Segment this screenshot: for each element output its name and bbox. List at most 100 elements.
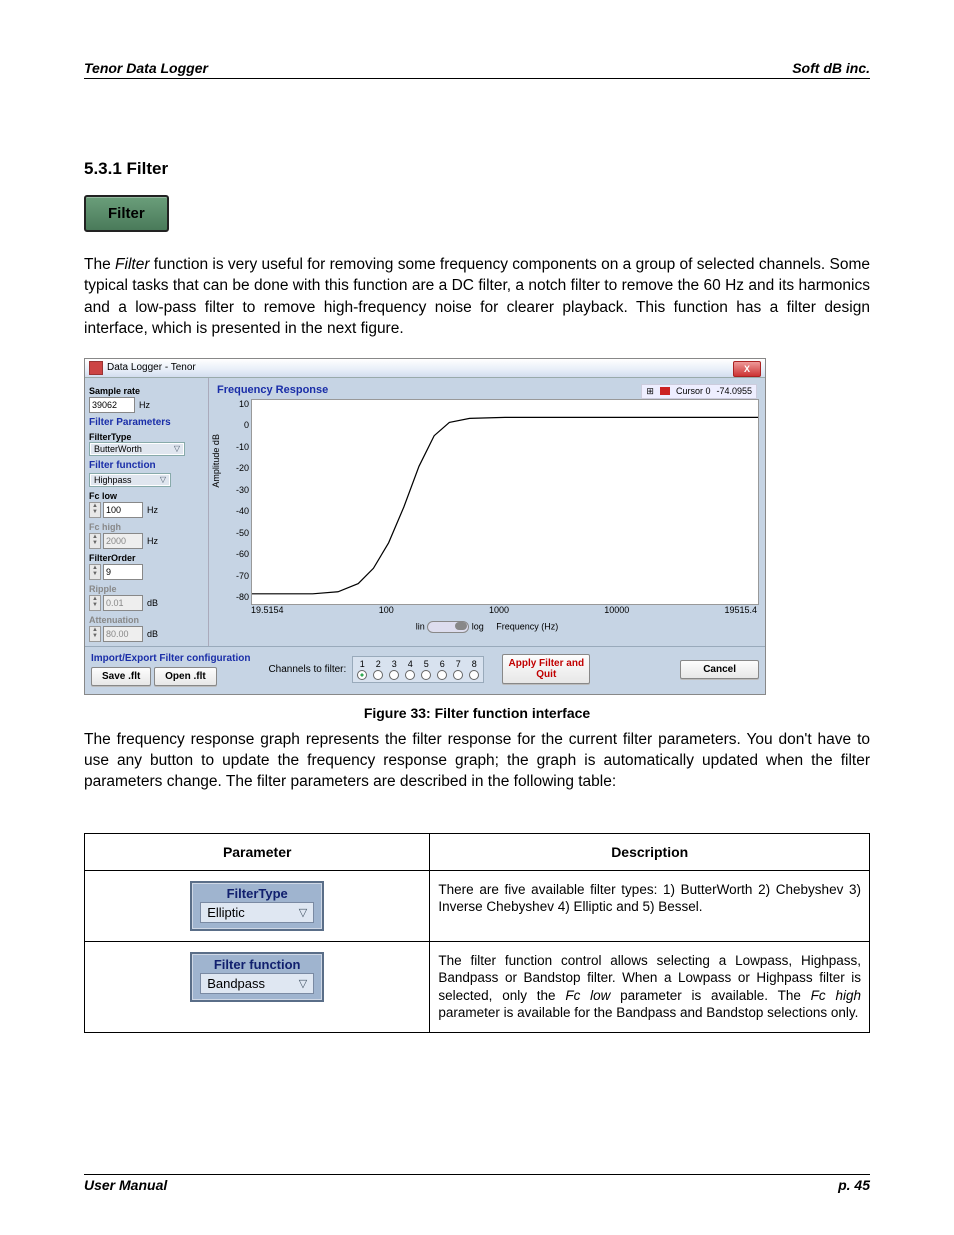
table-header-description: Description bbox=[430, 833, 870, 870]
channel-radio-6[interactable] bbox=[437, 670, 447, 680]
channels-grid: 1 2 3 4 5 6 7 8 bbox=[352, 656, 484, 683]
import-export-title: Import/Export Filter configuration bbox=[91, 653, 250, 664]
ytick: -60 bbox=[217, 549, 249, 559]
filter-type-value: ButterWorth bbox=[94, 444, 142, 454]
cursor-value: -74.0955 bbox=[716, 386, 752, 396]
attenuation-unit: dB bbox=[147, 629, 158, 639]
dialog-titlebar: Data Logger - Tenor X bbox=[85, 359, 765, 378]
desc-i2: Fc high bbox=[811, 988, 861, 1003]
apply-filter-button[interactable]: Apply Filter and Quit bbox=[502, 654, 590, 684]
channel-radio-5[interactable] bbox=[421, 670, 431, 680]
x-axis-label: Frequency (Hz) bbox=[496, 621, 558, 631]
chevron-down-icon: ▽ bbox=[174, 444, 180, 453]
y-ticks: 10 0 -10 -20 -30 -40 -50 -60 -70 -80 bbox=[217, 399, 251, 603]
fc-high-stepper: ▲▼ bbox=[89, 533, 101, 549]
chevron-down-icon: ▽ bbox=[299, 977, 307, 990]
filter-type-label: FilterType bbox=[89, 432, 204, 442]
ytick: -30 bbox=[217, 485, 249, 495]
attenuation-stepper: ▲▼ bbox=[89, 626, 101, 642]
xtick: 100 bbox=[379, 605, 394, 619]
fc-high-label: Fc high bbox=[89, 522, 204, 532]
fc-low-stepper[interactable]: ▲▼ bbox=[89, 502, 101, 518]
fc-high-unit: Hz bbox=[147, 536, 158, 546]
chevron-down-icon: ▽ bbox=[160, 475, 166, 484]
dialog-footer: Import/Export Filter configuration Save … bbox=[85, 646, 765, 694]
ytick: -50 bbox=[217, 528, 249, 538]
frequency-response-plot[interactable]: Amplitude dB 10 0 -10 -20 -30 -40 -50 -6… bbox=[217, 399, 757, 619]
footer-left: User Manual bbox=[84, 1177, 167, 1193]
ytick: -80 bbox=[217, 592, 249, 602]
paragraph-2: The frequency response graph represents … bbox=[84, 729, 870, 793]
xtick: 1000 bbox=[489, 605, 509, 619]
desc-c: parameter is available for the Bandpass … bbox=[438, 1005, 858, 1020]
control-title: Filter function bbox=[192, 954, 322, 973]
figure-caption: Figure 33: Filter function interface bbox=[84, 705, 870, 721]
xtick: 10000 bbox=[604, 605, 629, 619]
table-header-parameter: Parameter bbox=[85, 833, 430, 870]
fc-low-unit: Hz bbox=[147, 505, 158, 515]
channel-radio-2[interactable] bbox=[373, 670, 383, 680]
cursor-readout: ⊞ Cursor 0 -74.0955 bbox=[641, 384, 757, 399]
app-icon bbox=[89, 361, 103, 375]
filter-function-title: Filter function bbox=[89, 460, 204, 471]
page-header: Tenor Data Logger Soft dB inc. bbox=[84, 60, 870, 79]
filter-type-control[interactable]: FilterType Elliptic▽ bbox=[190, 881, 324, 931]
filter-function-description: The filter function control allows selec… bbox=[430, 941, 870, 1032]
sample-rate-unit: Hz bbox=[139, 400, 150, 410]
filter-function-dropdown[interactable]: Highpass▽ bbox=[89, 473, 171, 487]
save-flt-button[interactable]: Save .flt bbox=[91, 667, 151, 686]
page-footer: User Manual p. 45 bbox=[84, 1174, 870, 1193]
filter-function-control[interactable]: Filter function Bandpass ▽ bbox=[190, 952, 324, 1002]
channel-radio-4[interactable] bbox=[405, 670, 415, 680]
open-flt-button[interactable]: Open .flt bbox=[154, 667, 217, 686]
desc-i1: Fc low bbox=[565, 988, 610, 1003]
p1-ital: Filter bbox=[115, 256, 149, 273]
dialog-title: Data Logger - Tenor bbox=[107, 362, 196, 373]
x-axis-controls: lin log Frequency (Hz) bbox=[217, 621, 757, 633]
parameters-panel: Sample rate 39062 Hz Filter Parameters F… bbox=[85, 378, 209, 646]
filter-type-description: There are five available filter types: 1… bbox=[430, 870, 870, 941]
xscale-toggle[interactable] bbox=[427, 621, 469, 633]
p1-a: The bbox=[84, 256, 115, 273]
header-left: Tenor Data Logger bbox=[84, 60, 208, 76]
filter-parameters-title: Filter Parameters bbox=[89, 417, 204, 428]
control-value: Elliptic bbox=[207, 905, 245, 920]
attenuation-label: Attenuation bbox=[89, 615, 204, 625]
fc-low-label: Fc low bbox=[89, 491, 204, 501]
header-right: Soft dB inc. bbox=[792, 60, 870, 76]
xscale-lin-label: lin bbox=[416, 621, 425, 631]
channel-radio-1[interactable] bbox=[357, 670, 367, 680]
section-heading: 5.3.1 Filter bbox=[84, 159, 870, 179]
control-title: FilterType bbox=[192, 883, 322, 902]
channel-number: 4 bbox=[405, 659, 415, 669]
sample-rate-input[interactable]: 39062 bbox=[89, 397, 135, 413]
table-row: Filter function Bandpass ▽ The filter fun… bbox=[85, 941, 870, 1032]
ripple-stepper: ▲▼ bbox=[89, 595, 101, 611]
channel-radio-3[interactable] bbox=[389, 670, 399, 680]
channel-number: 5 bbox=[421, 659, 431, 669]
desc-b: parameter is available. The bbox=[610, 988, 810, 1003]
ripple-unit: dB bbox=[147, 598, 158, 608]
xtick: 19.5154 bbox=[251, 605, 284, 619]
attenuation-input: 80.00 bbox=[103, 626, 143, 642]
xscale-log-label: log bbox=[472, 621, 484, 631]
filter-button[interactable]: Filter bbox=[84, 195, 169, 232]
channel-number: 7 bbox=[453, 659, 463, 669]
channel-radio-8[interactable] bbox=[469, 670, 479, 680]
p1-b: function is very useful for removing som… bbox=[84, 256, 870, 337]
channel-number: 3 bbox=[389, 659, 399, 669]
table-row: FilterType Elliptic▽ There are five avai… bbox=[85, 870, 870, 941]
sample-rate-label: Sample rate bbox=[89, 386, 204, 396]
cancel-button[interactable]: Cancel bbox=[680, 660, 759, 679]
fc-low-input[interactable]: 100 bbox=[103, 502, 143, 518]
channel-radio-7[interactable] bbox=[453, 670, 463, 680]
filter-type-dropdown[interactable]: ButterWorth ▽ bbox=[89, 442, 185, 456]
filter-order-stepper[interactable]: ▲▼ bbox=[89, 564, 101, 580]
channels-label: Channels to filter: bbox=[268, 664, 346, 675]
paragraph-1: The Filter function is very useful for r… bbox=[84, 254, 870, 340]
filter-dialog-screenshot: Data Logger - Tenor X Sample rate 39062 … bbox=[84, 358, 766, 695]
control-value: Bandpass bbox=[207, 976, 265, 991]
filter-order-input[interactable]: 9 bbox=[103, 564, 143, 580]
channel-number: 1 bbox=[357, 659, 367, 669]
close-icon[interactable]: X bbox=[733, 361, 761, 377]
